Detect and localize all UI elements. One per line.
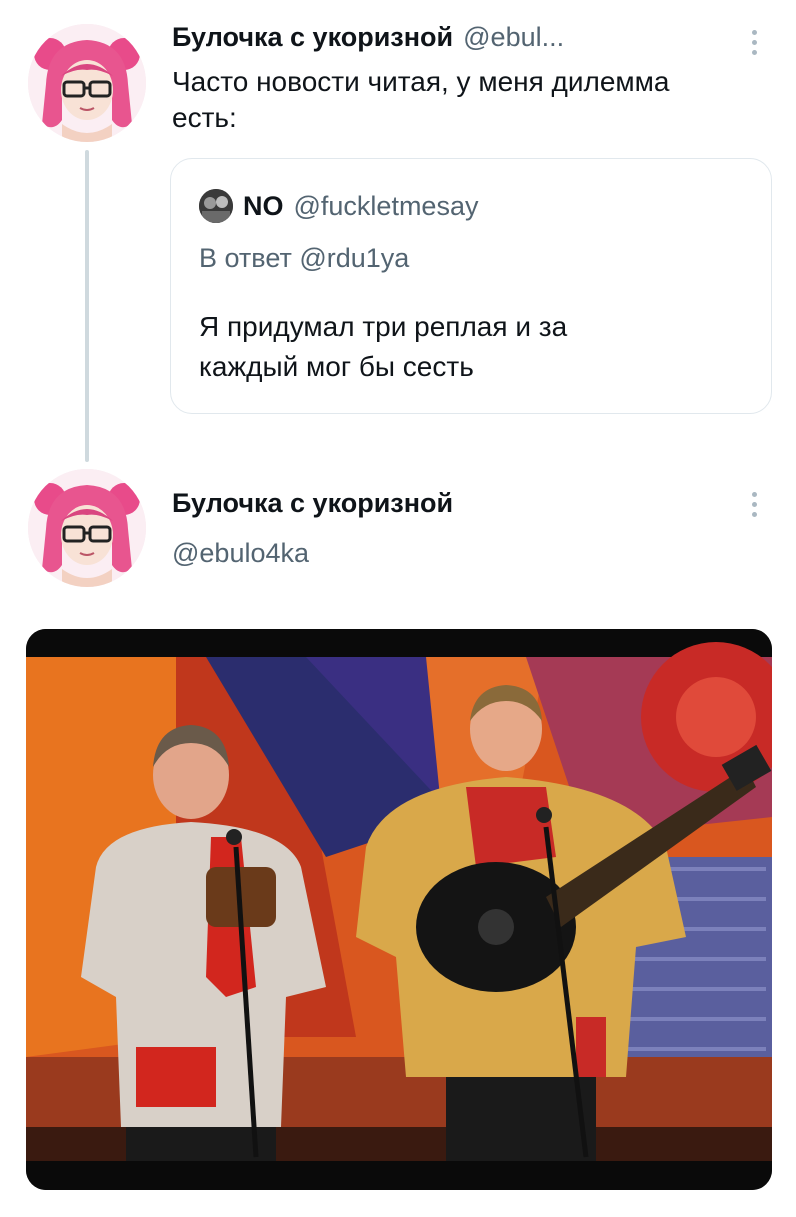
quote-author-name[interactable]: NO: [243, 191, 284, 222]
author-avatar[interactable]: [28, 24, 146, 142]
anime-girl-avatar-icon: [28, 24, 146, 142]
tweet1-text: Часто новости читая, у меня дилемма есть…: [172, 64, 772, 136]
anime-girl-avatar-icon: [28, 469, 146, 587]
quote-text: Я придумал три реплая и за каждый мог бы…: [199, 307, 739, 387]
author-name[interactable]: Булочка с укоризной: [172, 22, 453, 53]
quote-text-line: Я придумал три реплая и за: [199, 311, 568, 342]
two-folk-musicians-photo-icon: [26, 629, 772, 1190]
vertical-dots-icon[interactable]: [742, 22, 766, 62]
tweet-media-image[interactable]: [26, 629, 772, 1190]
thread-connector-line: [85, 150, 89, 462]
author-avatar[interactable]: [28, 469, 146, 587]
tweet-text-line: есть:: [172, 102, 237, 133]
quote-text-line: каждый мог бы сесть: [199, 351, 474, 382]
author-handle[interactable]: @ebulo4ka: [172, 538, 309, 569]
quoted-tweet-card[interactable]: NO @fuckletmesay В ответ @rdu1ya Я приду…: [170, 158, 772, 414]
vertical-dots-icon[interactable]: [742, 484, 766, 524]
quote-author-handle[interactable]: @fuckletmesay: [294, 191, 479, 222]
quote-header: NO @fuckletmesay: [199, 189, 478, 223]
photo-avatar-icon[interactable]: [199, 189, 233, 223]
reply-to-label[interactable]: В ответ @rdu1ya: [199, 243, 409, 274]
tweet1-header: Булочка с укоризной @ebul...: [172, 22, 564, 53]
tweet-text-line: Часто новости читая, у меня дилемма: [172, 66, 670, 97]
author-name[interactable]: Булочка с укоризной: [172, 488, 453, 519]
author-handle[interactable]: @ebul...: [463, 22, 564, 53]
